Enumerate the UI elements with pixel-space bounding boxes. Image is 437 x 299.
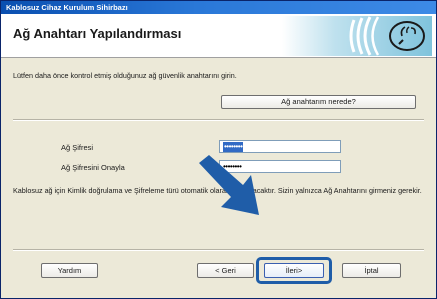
help-button[interactable]: Yardım: [41, 263, 98, 278]
page-title: Ağ Anahtarı Yapılandırması: [13, 26, 182, 41]
cancel-button[interactable]: İptal: [342, 263, 401, 278]
network-key-value: ••••••••: [223, 142, 244, 152]
divider: [13, 249, 424, 251]
next-button-highlight: [256, 257, 332, 284]
confirm-key-label: Ağ Şifresini Onayla: [61, 163, 125, 172]
instruction-text: Lütfen daha önce kontrol etmiş olduğunuz…: [13, 71, 237, 80]
where-is-key-button[interactable]: Ağ anahtarım nerede?: [221, 95, 416, 109]
title-bar: Kablosuz Cihaz Kurulum Sihirbazı: [1, 1, 436, 14]
back-button[interactable]: < Geri: [197, 263, 254, 278]
network-key-field[interactable]: ••••••••: [219, 140, 341, 153]
wizard-window: Kablosuz Cihaz Kurulum Sihirbazı Ağ Anah…: [0, 0, 437, 299]
network-key-label: Ağ Şifresi: [61, 143, 94, 152]
wireless-signal-icon: [282, 16, 432, 56]
wizard-header: Ağ Anahtarı Yapılandırması: [1, 14, 436, 58]
pointer-arrow-icon: [199, 155, 259, 215]
window-title: Kablosuz Cihaz Kurulum Sihirbazı: [6, 3, 128, 12]
divider: [13, 119, 424, 121]
